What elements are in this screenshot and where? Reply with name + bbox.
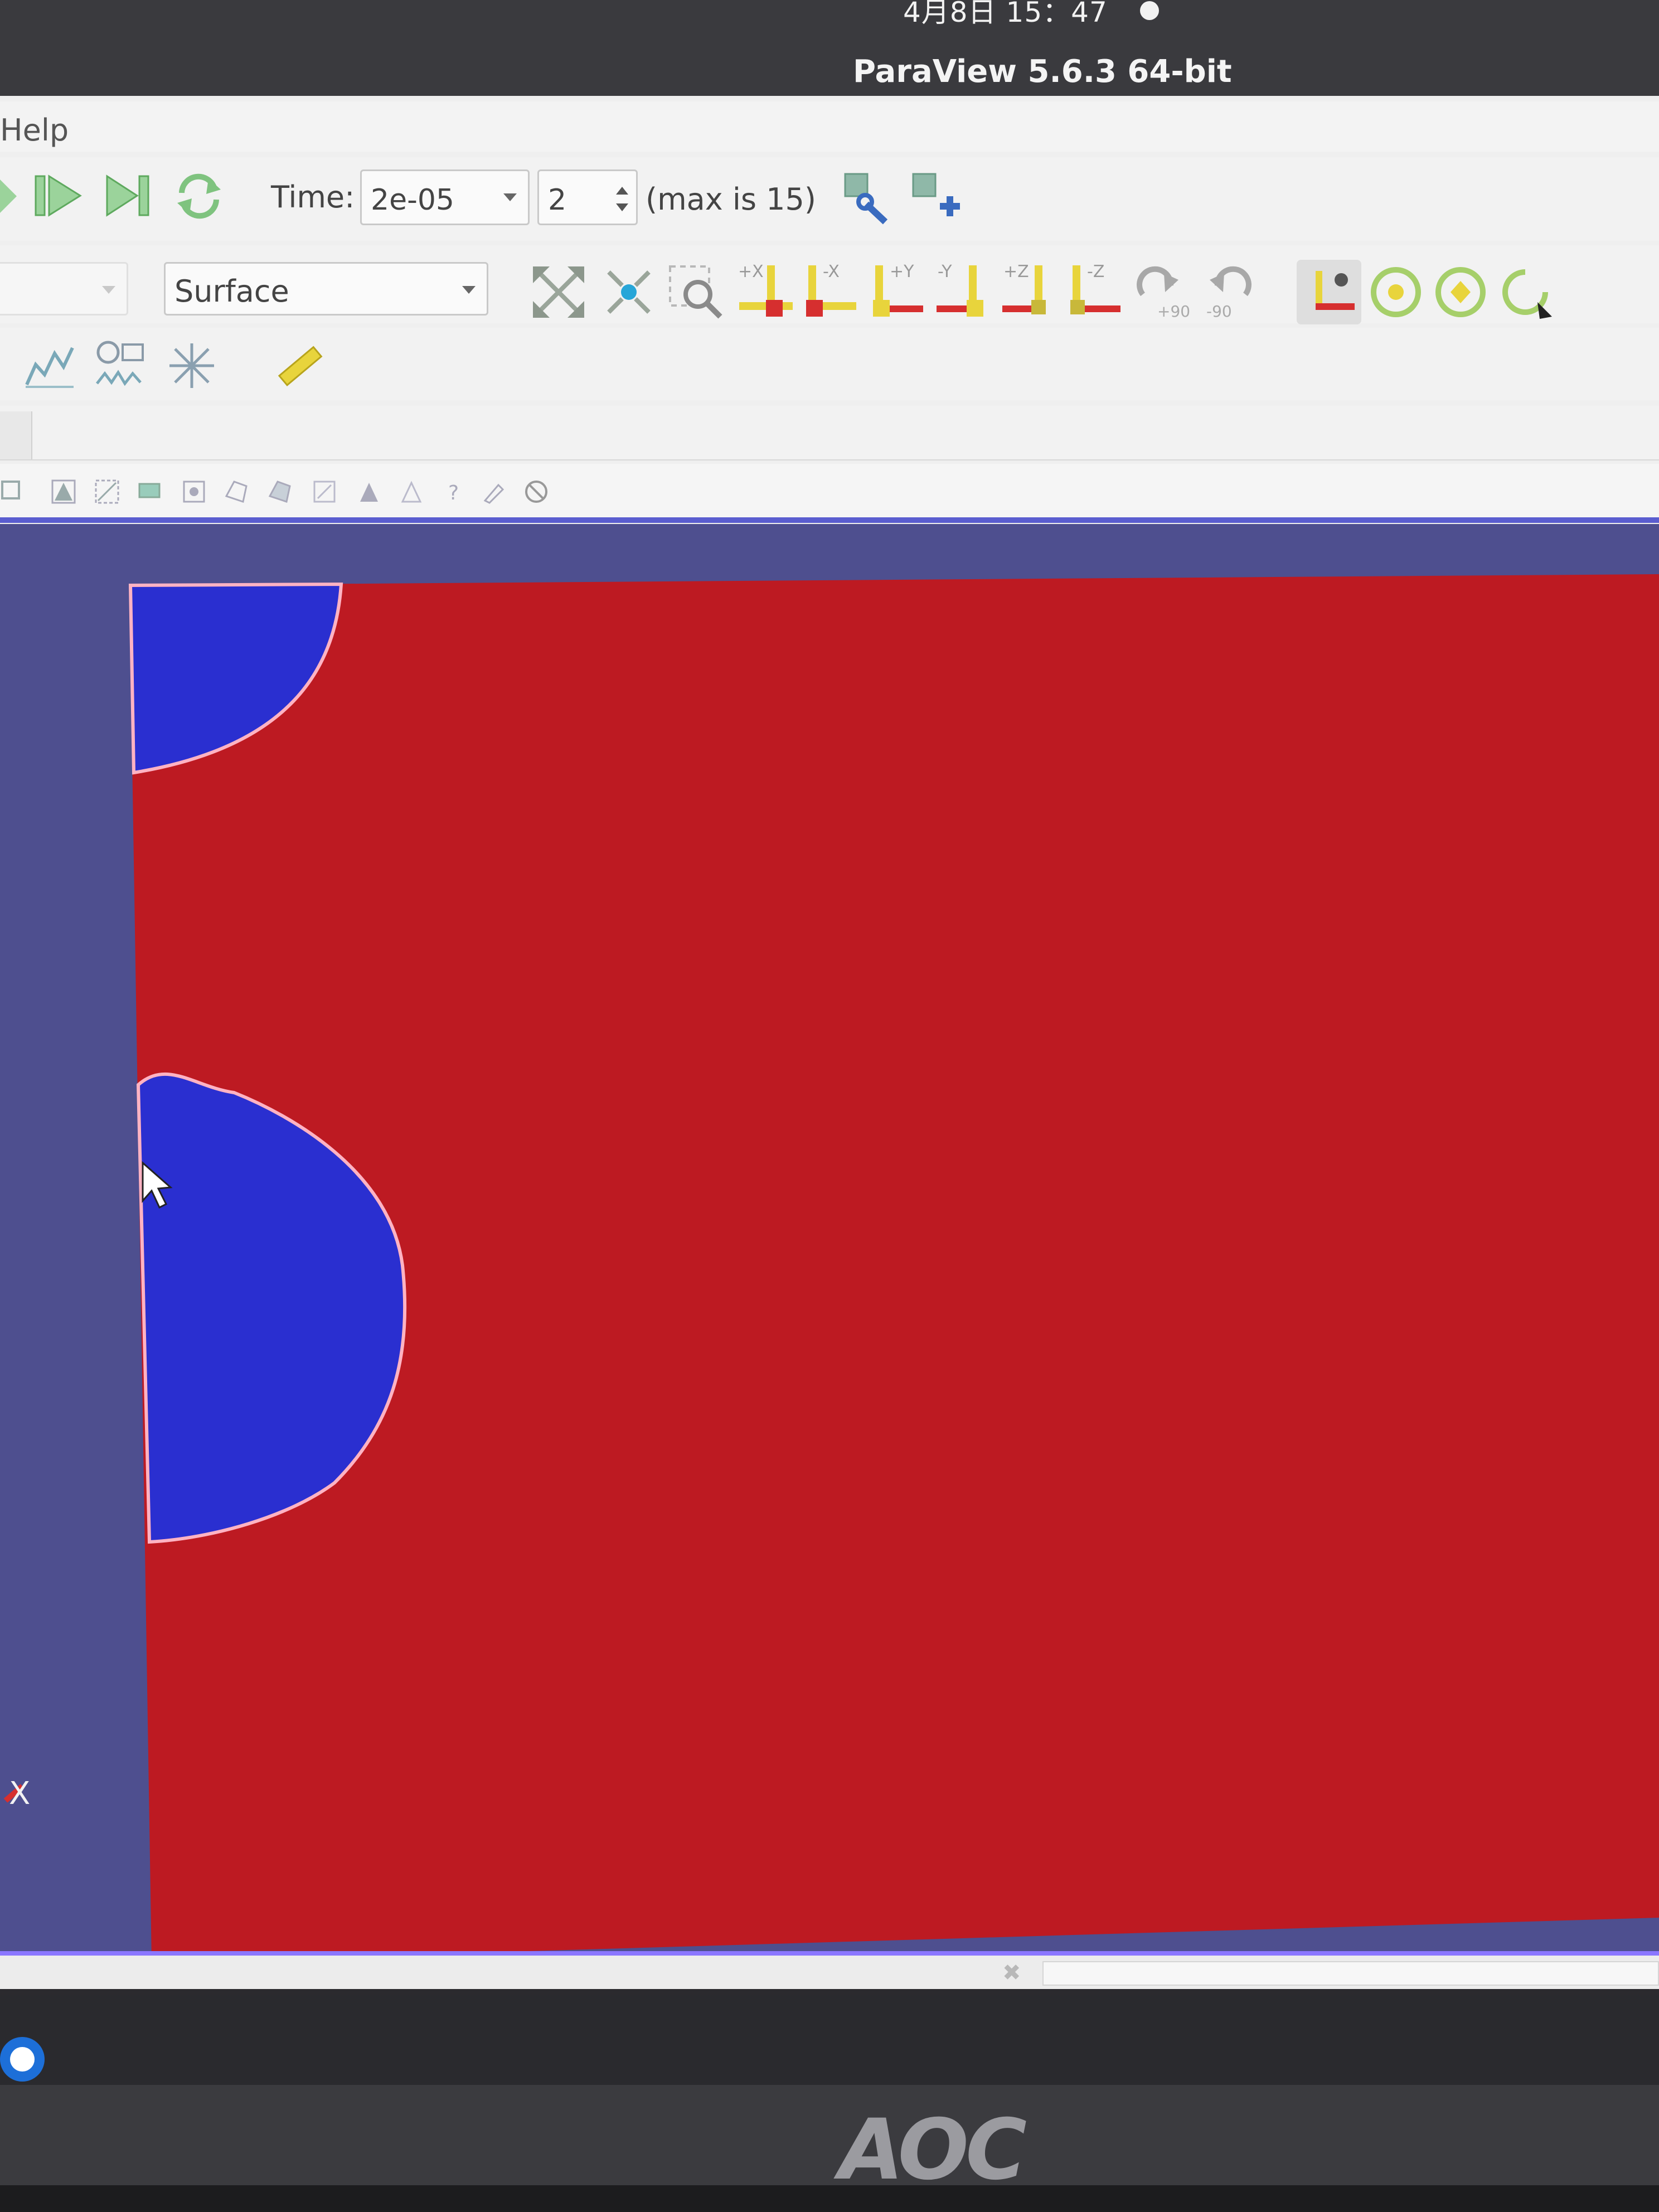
rotation-center-icon[interactable]: [1496, 263, 1554, 321]
tab-toolbar: [0, 406, 1659, 460]
grow-selection-icon[interactable]: [399, 479, 424, 504]
window-title: ParaView 5.6.3 64-bit: [853, 54, 1232, 90]
time-value-combo[interactable]: 2e-05: [360, 169, 530, 225]
camera-neg-z-label: -Z: [1087, 262, 1105, 282]
select-points-icon[interactable]: [0, 479, 22, 502]
play-icon[interactable]: [33, 173, 84, 220]
center-axes-icon[interactable]: [1367, 263, 1425, 321]
hover-cells-icon[interactable]: [357, 479, 381, 504]
chevron-down-icon: [503, 193, 517, 201]
time-plot-icon[interactable]: [94, 339, 147, 392]
status-message-field: [1042, 1961, 1659, 1986]
ruler-icon[interactable]: [272, 338, 328, 394]
representation-toolbar: Surface +X -X +Y -Y +Z -Z +90 -90: [0, 245, 1659, 324]
common-filters-toolbar: [0, 328, 1659, 400]
time-label: Time:: [271, 180, 355, 215]
select-polygon-icon[interactable]: [224, 479, 249, 504]
camera-neg-x-button[interactable]: -X: [801, 261, 858, 323]
plot-icon[interactable]: [22, 342, 76, 389]
color-by-combo[interactable]: [0, 262, 128, 316]
camera-undo-icon[interactable]: [842, 171, 898, 226]
spin-arrows-icon[interactable]: [614, 181, 630, 217]
interactive-select-icon[interactable]: [182, 479, 206, 504]
time-step-spinbox[interactable]: 2: [537, 169, 638, 225]
view-frame-top: [0, 517, 1659, 523]
chevron-down-icon: [462, 286, 476, 294]
time-value: 2e-05: [371, 183, 455, 217]
camera-add-icon[interactable]: [910, 171, 966, 226]
desk-edge: [0, 2185, 1659, 2212]
rotate-neg-90-label: -90: [1206, 302, 1232, 321]
camera-neg-y-button[interactable]: -Y: [934, 261, 992, 323]
hover-points-icon[interactable]: [312, 479, 337, 504]
step-back-icon[interactable]: [0, 174, 22, 219]
orientation-axes-toggle[interactable]: [1297, 260, 1361, 324]
system-clock[interactable]: 4月8日 15：47: [903, 0, 1108, 30]
menu-help[interactable]: Help: [0, 113, 69, 148]
close-icon[interactable]: ✖: [1002, 1960, 1021, 1986]
select-polygon-cells-icon[interactable]: [268, 479, 292, 504]
pick-center-icon[interactable]: [1432, 263, 1490, 321]
status-bar: ✖: [0, 1956, 1659, 1989]
field-visualization: X: [3, 574, 1659, 1962]
rotate-neg-90-button[interactable]: -90: [1199, 261, 1257, 323]
monitor-brand-logo: AOC: [839, 2102, 1027, 2199]
notification-dot-icon: [1140, 1, 1159, 20]
axis-x-label: X: [9, 1776, 30, 1812]
select-cells-icon[interactable]: [51, 479, 76, 504]
time-toolbar: Time: 2e-05 2 (max is 15): [0, 157, 1659, 241]
view-frame-bottom: [0, 1951, 1659, 1956]
help-icon[interactable]: ?: [444, 479, 468, 504]
camera-neg-z-button[interactable]: -Z: [1065, 261, 1123, 323]
zoom-to-data-icon[interactable]: [600, 263, 658, 321]
camera-pos-y-button[interactable]: +Y: [867, 261, 925, 323]
camera-neg-y-label: -Y: [938, 262, 952, 282]
time-step-value: 2: [548, 183, 567, 217]
axes-grid-icon[interactable]: [165, 339, 219, 392]
system-top-bar: 4月8日 15：47 ParaView 5.6.3 64-bit: [0, 0, 1659, 111]
render-view[interactable]: X: [0, 524, 1659, 1965]
svg-text:?: ?: [448, 482, 459, 504]
clear-selection-icon[interactable]: [524, 479, 549, 504]
select-block-icon[interactable]: [137, 479, 162, 504]
camera-pos-z-label: +Z: [1003, 262, 1029, 282]
edit-selection-icon[interactable]: [482, 479, 506, 504]
reset-camera-icon[interactable]: [530, 263, 588, 321]
camera-pos-y-label: +Y: [890, 262, 914, 282]
selection-toolbar: ?: [0, 464, 1659, 520]
pipeline-tab[interactable]: [0, 411, 32, 459]
camera-pos-x-button[interactable]: +X: [736, 261, 794, 323]
zoom-box-icon[interactable]: [667, 263, 725, 321]
camera-neg-x-label: -X: [823, 262, 840, 282]
menubar: Help: [0, 101, 1659, 152]
representation-combo[interactable]: Surface: [164, 262, 488, 316]
orientation-axes-icon: [1316, 271, 1355, 310]
camera-pos-z-button[interactable]: +Z: [1000, 261, 1058, 323]
select-through-icon[interactable]: [95, 479, 119, 504]
chevron-down-icon: [102, 286, 115, 294]
app-launcher-icon[interactable]: [0, 2028, 61, 2089]
rotate-pos-90-button[interactable]: +90: [1132, 261, 1190, 323]
camera-pos-x-label: +X: [738, 262, 764, 282]
time-max-text: (max is 15): [646, 182, 816, 217]
rotate-pos-90-label: +90: [1157, 302, 1191, 321]
representation-value: Surface: [174, 274, 289, 309]
last-frame-icon[interactable]: [105, 173, 155, 220]
loop-icon[interactable]: [174, 171, 224, 221]
